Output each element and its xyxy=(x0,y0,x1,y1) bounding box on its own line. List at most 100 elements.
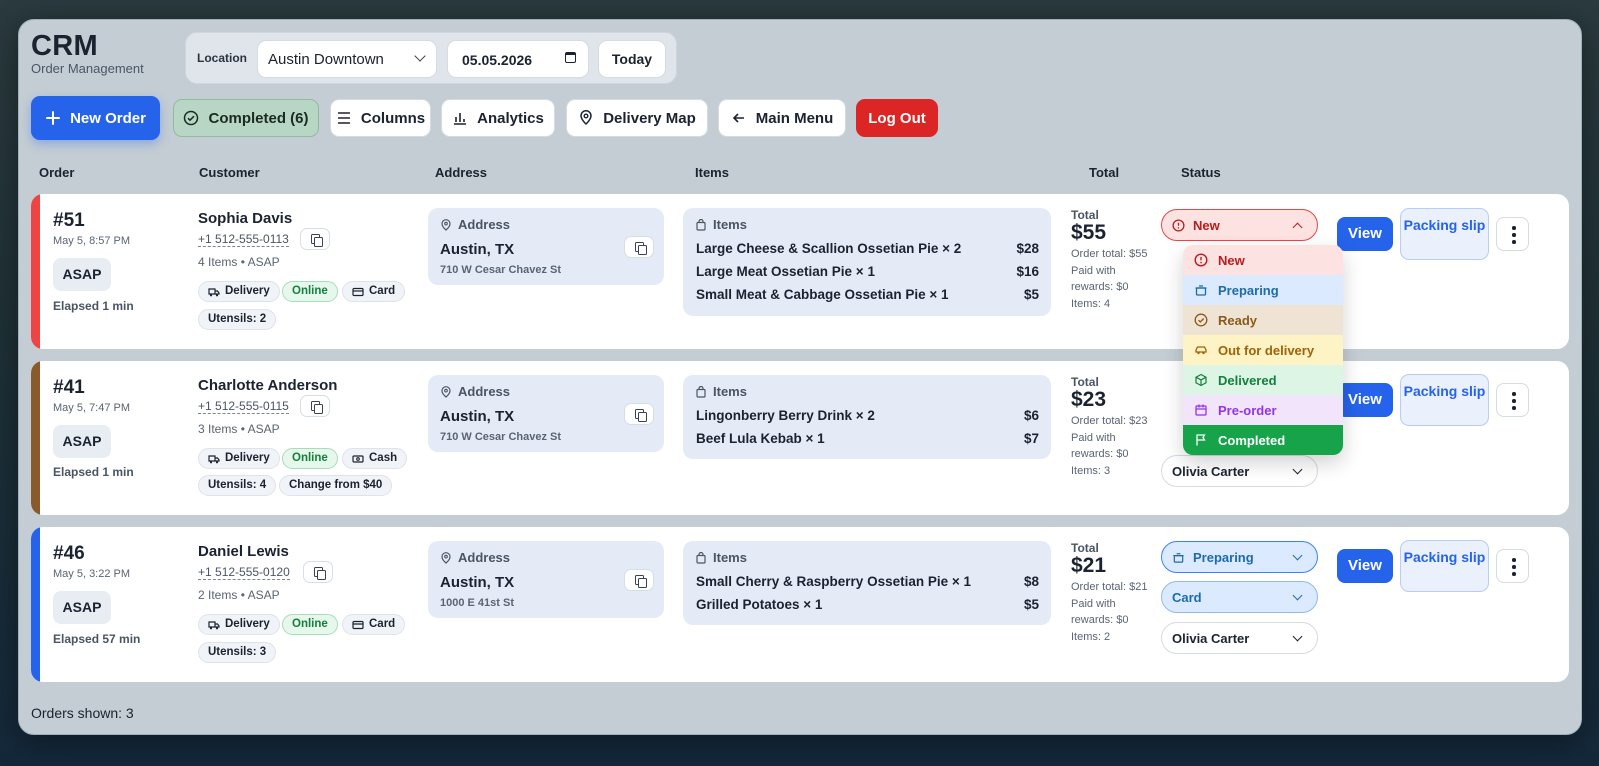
map-pin-icon xyxy=(441,218,451,231)
items-label: Items xyxy=(713,384,747,399)
paid-rewards: Paid with rewards: $0 xyxy=(1071,431,1129,461)
items-summary: Items: 3 xyxy=(1071,464,1111,477)
main-menu-label: Main Menu xyxy=(755,109,834,127)
credit-card-icon xyxy=(352,287,364,296)
customer-phone[interactable]: +1 512-555-0115 xyxy=(198,399,289,414)
bag-icon xyxy=(696,385,706,398)
bag-icon xyxy=(696,218,706,231)
option-label: Preparing xyxy=(1218,282,1279,298)
courier-dropdown[interactable]: Olivia Carter xyxy=(1161,455,1318,487)
main-menu-button[interactable]: Main Menu xyxy=(718,99,846,137)
copy-icon[interactable] xyxy=(624,569,654,591)
chevron-up-icon xyxy=(1292,222,1303,233)
map-pin-icon xyxy=(441,385,451,398)
packing-slip-button[interactable]: Packing slip xyxy=(1400,540,1489,592)
analytics-button[interactable]: Analytics xyxy=(441,99,555,137)
status-dropdown[interactable]: New xyxy=(1161,209,1318,241)
address-header: Address xyxy=(440,550,510,565)
completed-button[interactable]: Completed (6) xyxy=(173,99,319,137)
chip-label: Delivery xyxy=(225,285,270,297)
customer-name: Daniel Lewis xyxy=(198,543,289,560)
packing-slip-button[interactable]: Packing slip xyxy=(1400,374,1489,426)
credit-card-icon xyxy=(352,620,364,629)
col-address: Address xyxy=(435,165,488,180)
truck-icon xyxy=(208,454,220,463)
date-input[interactable]: 05.05.2026 xyxy=(447,40,589,78)
total-label: Total xyxy=(1071,375,1099,389)
today-button[interactable]: Today xyxy=(598,40,666,78)
status-dropdown[interactable]: Preparing xyxy=(1161,541,1318,573)
status-accent-bar xyxy=(31,361,40,515)
copy-icon[interactable] xyxy=(624,403,654,425)
item-name: Small Meat & Cabbage Ossetian Pie × 1 xyxy=(696,287,949,302)
status-option-pre-order[interactable]: Pre-order xyxy=(1183,395,1343,425)
total-details: Order total: $21 Paid with rewards: $0 Ite… xyxy=(1071,579,1151,645)
chip-change: Change from $40 xyxy=(279,475,393,496)
option-label: Completed xyxy=(1218,432,1286,448)
items-count: 2 Items xyxy=(198,588,238,602)
courier-dropdown[interactable]: Olivia Carter xyxy=(1161,622,1318,654)
item-name: Lingonberry Berry Drink × 2 xyxy=(696,408,875,423)
order-card[interactable]: #46 May 5, 3:22 PM ASAP Elapsed 57 min D… xyxy=(31,527,1569,682)
items-box: Items Lingonberry Berry Drink × 2 $6 Beef… xyxy=(683,375,1051,459)
copy-icon[interactable] xyxy=(300,395,330,417)
location-select[interactable]: Austin Downtown xyxy=(257,40,437,78)
truck-icon xyxy=(208,620,220,629)
order-meta: 2 Items • ASAP xyxy=(198,588,280,602)
clock-icon xyxy=(1194,253,1208,267)
status-option-out-for-delivery[interactable]: Out for delivery xyxy=(1183,335,1343,365)
view-button[interactable]: View xyxy=(1337,383,1393,417)
items-count: 3 Items xyxy=(198,422,238,436)
logout-button[interactable]: Log Out xyxy=(856,99,938,137)
copy-icon[interactable] xyxy=(303,561,333,583)
items-summary: Items: 2 xyxy=(1071,630,1111,643)
more-options-button[interactable] xyxy=(1496,217,1529,251)
more-options-button[interactable] xyxy=(1496,549,1529,583)
item-row: Beef Lula Kebab × 1 $7 xyxy=(696,431,1039,446)
address-city: Austin, TX xyxy=(440,408,515,425)
address-street: 710 W Cesar Chavez St xyxy=(440,431,562,443)
chip-utensils: Utensils: 2 xyxy=(198,309,277,330)
more-options-button[interactable] xyxy=(1496,383,1529,417)
status-accent-bar xyxy=(31,527,40,682)
address-header: Address xyxy=(440,217,510,232)
payment-dropdown[interactable]: Card xyxy=(1161,581,1318,613)
item-price: $7 xyxy=(1023,431,1039,446)
option-label: Ready xyxy=(1218,312,1258,328)
customer-phone[interactable]: +1 512-555-0113 xyxy=(198,232,289,247)
calendar-icon[interactable] xyxy=(565,52,576,63)
col-customer: Customer xyxy=(199,165,260,180)
columns-button[interactable]: Columns xyxy=(330,99,431,137)
status-option-preparing[interactable]: Preparing xyxy=(1183,275,1343,305)
status-option-new[interactable]: New xyxy=(1183,245,1343,275)
copy-icon[interactable] xyxy=(624,236,654,258)
arrow-left-icon xyxy=(732,113,744,123)
item-row: Large Meat Ossetian Pie × 1 $16 xyxy=(696,264,1039,279)
option-label: Delivered xyxy=(1218,372,1277,388)
order-total: Order total: $23 xyxy=(1071,415,1148,427)
map-pin-icon xyxy=(441,551,451,564)
items-header: Items xyxy=(695,550,747,565)
status-option-completed[interactable]: Completed xyxy=(1183,425,1343,455)
items-box: Items Small Cherry & Raspberry Ossetian … xyxy=(683,541,1051,625)
asap-badge: ASAP xyxy=(53,258,111,291)
new-order-button[interactable]: New Order xyxy=(31,96,160,140)
courier-value: Olivia Carter xyxy=(1172,630,1250,646)
total-details: Order total: $55 Paid with rewards: $0 Ite… xyxy=(1071,246,1151,312)
order-total: Order total: $21 xyxy=(1071,581,1148,593)
total-details: Order total: $23 Paid with rewards: $0 Ite… xyxy=(1071,413,1151,479)
packing-slip-button[interactable]: Packing slip xyxy=(1400,208,1489,260)
chevron-down-icon xyxy=(1292,550,1303,561)
status-option-ready[interactable]: Ready xyxy=(1183,305,1343,335)
delivery-map-button[interactable]: Delivery Map xyxy=(566,99,708,137)
item-price: $8 xyxy=(1023,574,1039,589)
asap-badge: ASAP xyxy=(53,591,111,624)
copy-icon[interactable] xyxy=(300,228,330,250)
order-timing: ASAP xyxy=(247,588,280,602)
item-price: $6 xyxy=(1023,408,1039,423)
total-label: Total xyxy=(1071,541,1099,555)
view-button[interactable]: View xyxy=(1337,549,1393,583)
status-option-delivered[interactable]: Delivered xyxy=(1183,365,1343,395)
customer-phone[interactable]: +1 512-555-0120 xyxy=(198,565,290,580)
view-button[interactable]: View xyxy=(1337,217,1393,251)
